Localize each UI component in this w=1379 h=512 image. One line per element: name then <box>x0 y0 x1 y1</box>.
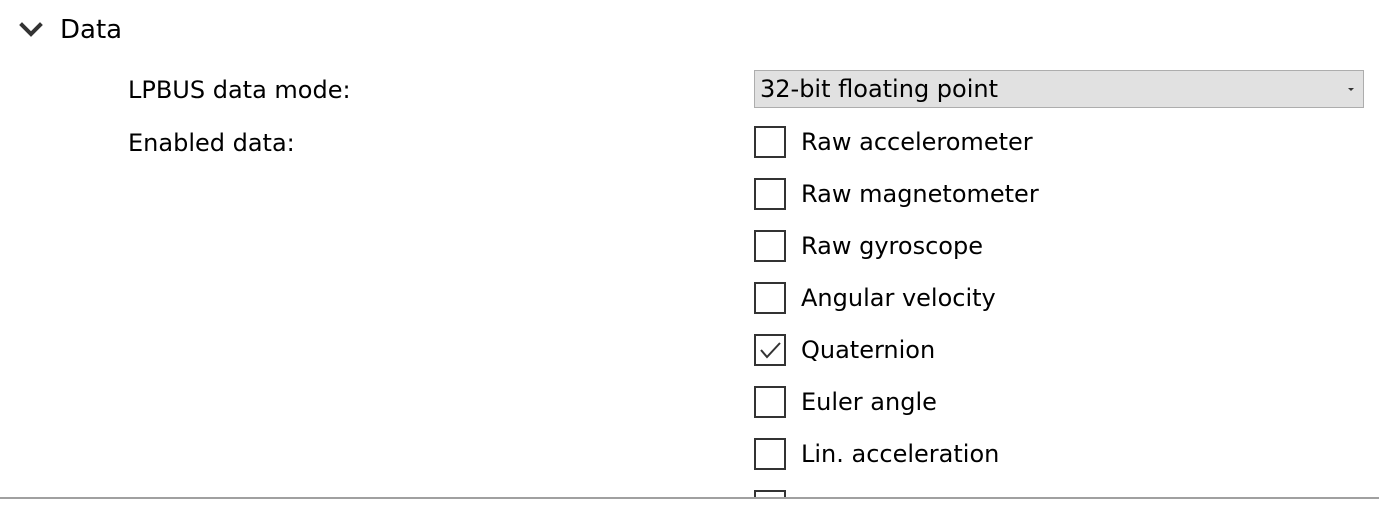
checkbox-label: Quaternion <box>801 336 936 364</box>
checkbox-box[interactable] <box>754 386 786 418</box>
checkbox-box[interactable] <box>754 334 786 366</box>
data-section-header[interactable]: Data <box>18 10 122 50</box>
checkbox-raw-gyroscope[interactable]: Raw gyroscope <box>754 229 983 263</box>
checkbox-lin-acceleration[interactable]: Lin. acceleration <box>754 437 999 471</box>
checkmark-icon <box>760 342 781 359</box>
checkbox-label: Lin. acceleration <box>801 440 1000 468</box>
checkbox-next-item-clipped[interactable] <box>754 489 786 497</box>
checkbox-angular-velocity[interactable]: Angular velocity <box>754 281 996 315</box>
checkbox-label: Raw gyroscope <box>801 232 983 260</box>
section-title: Data <box>60 15 123 45</box>
checkbox-quaternion[interactable]: Quaternion <box>754 333 935 367</box>
checkbox-label: Angular velocity <box>801 284 996 312</box>
checkbox-raw-magnetometer[interactable]: Raw magnetometer <box>754 177 1039 211</box>
checkbox-box[interactable] <box>754 126 786 158</box>
enabled-data-label: Enabled data: <box>128 129 295 157</box>
data-mode-select-value: 32-bit floating point <box>760 75 999 103</box>
chevron-down-icon <box>19 22 43 37</box>
dropdown-arrow-icon <box>1348 88 1354 91</box>
checkbox-euler-angle[interactable]: Euler angle <box>754 385 937 419</box>
data-mode-label: LPBUS data mode: <box>128 76 351 104</box>
settings-content: Data LPBUS data mode: 32-bit floating po… <box>0 0 1379 497</box>
panel-divider <box>0 497 1379 499</box>
checkbox-raw-accelerometer[interactable]: Raw accelerometer <box>754 125 1033 159</box>
data-mode-select[interactable]: 32-bit floating point <box>754 70 1364 108</box>
checkbox-box[interactable] <box>754 282 786 314</box>
checkbox-box[interactable] <box>754 438 786 470</box>
checkbox-box[interactable] <box>754 230 786 262</box>
checkbox-label: Raw magnetometer <box>801 180 1039 208</box>
checkbox-box[interactable] <box>754 178 786 210</box>
checkbox-label: Raw accelerometer <box>801 128 1033 156</box>
checkbox-box[interactable] <box>754 490 786 497</box>
settings-panel: Data LPBUS data mode: 32-bit floating po… <box>0 0 1379 512</box>
checkbox-label: Euler angle <box>801 388 937 416</box>
